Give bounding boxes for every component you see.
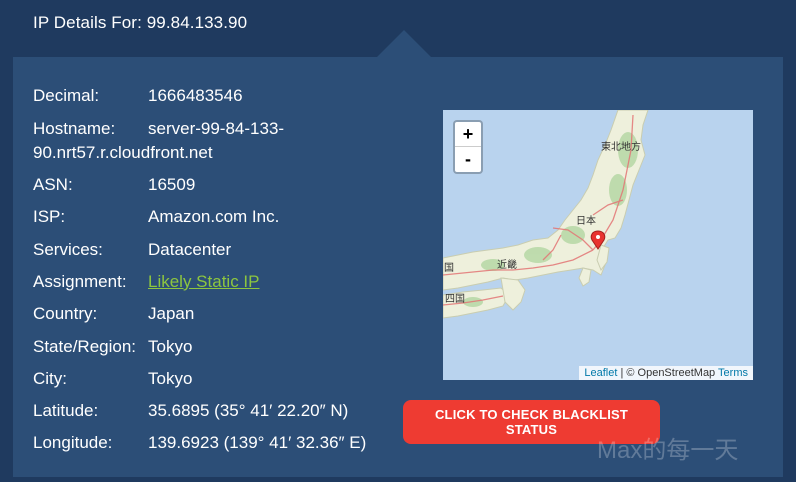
terms-link[interactable]: Terms	[718, 367, 748, 379]
detail-label: City:	[33, 369, 67, 388]
detail-value: 35.6895 (35° 41′ 22.20″ N)	[148, 401, 349, 420]
detail-label: Hostname:	[33, 119, 116, 138]
panel-pointer	[377, 30, 431, 57]
detail-value: Tokyo	[148, 369, 193, 388]
detail-label: Assignment:	[33, 272, 127, 291]
map-tiles: 東北地方 日本 近畿 国 四国	[443, 110, 649, 319]
detail-label: Latitude:	[33, 401, 99, 420]
detail-label: ASN:	[33, 175, 73, 194]
detail-value: 1666483546	[148, 86, 243, 105]
detail-label: Services:	[33, 240, 103, 259]
leaflet-link[interactable]: Leaflet	[584, 367, 617, 379]
map-label-chugoku: 国	[444, 262, 454, 274]
map-label-shikoku: 四国	[445, 293, 465, 305]
land-kii	[500, 277, 526, 311]
detail-value: Datacenter	[148, 240, 232, 259]
map-label-japan: 日本	[576, 214, 596, 227]
detail-label: State/Region:	[33, 337, 137, 356]
watermark: Max的每一天	[597, 437, 739, 464]
zoom-control: + -	[453, 120, 483, 174]
detail-label: Longitude:	[33, 433, 113, 452]
detail-value: Tokyo	[148, 337, 193, 356]
detail-label: Country:	[33, 304, 98, 323]
detail-label: Decimal:	[33, 86, 100, 105]
location-map[interactable]: 東北地方 日本 近畿 国 四国 + - Leaflet | © OpenStre…	[443, 110, 753, 380]
detail-value: Amazon.com Inc.	[148, 207, 280, 226]
detail-value: server-99-84-133-	[148, 119, 285, 138]
land-izu	[578, 267, 592, 287]
attribution-text: | © OpenStreetMap	[617, 367, 719, 379]
zoom-in-button[interactable]: +	[455, 122, 481, 147]
map-attribution: Leaflet | © OpenStreetMap Terms	[579, 366, 753, 380]
map-label-kinki: 近畿	[497, 258, 517, 271]
detail-value: 16509	[148, 175, 196, 194]
assignment-link[interactable]: Likely Static IP	[148, 270, 260, 294]
detail-label: ISP:	[33, 207, 66, 226]
detail-value: Japan	[148, 304, 195, 323]
map-label-tohoku: 東北地方	[601, 140, 641, 153]
detail-value: 139.6923 (139° 41′ 32.36″ E)	[148, 433, 367, 452]
zoom-out-button[interactable]: -	[455, 147, 481, 172]
detail-value-continued: 90.nrt57.r.cloudfront.net	[33, 143, 213, 162]
page-title: IP Details For: 99.84.133.90	[33, 13, 248, 32]
